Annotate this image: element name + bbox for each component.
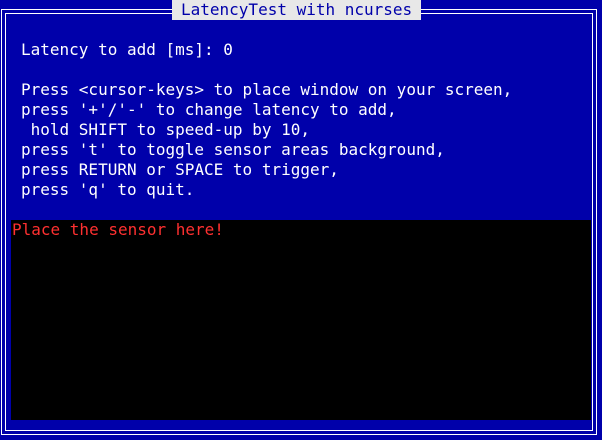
latency-label: Latency to add [ms]: bbox=[21, 40, 224, 59]
instruction-line: Press <cursor-keys> to place window on y… bbox=[21, 80, 513, 99]
sensor-label: Place the sensor here! bbox=[12, 220, 224, 239]
window-title: LatencyTest with ncurses bbox=[172, 0, 422, 20]
sensor-area[interactable]: Place the sensor here! bbox=[11, 220, 591, 420]
instruction-line: press '+'/'-' to change latency to add, bbox=[21, 100, 397, 119]
latency-value: 0 bbox=[223, 40, 233, 59]
instruction-line: press 't' to toggle sensor areas backgro… bbox=[21, 140, 445, 159]
instructions-list: Press <cursor-keys> to place window on y… bbox=[21, 80, 512, 200]
instruction-line: hold SHIFT to speed-up by 10, bbox=[21, 120, 310, 139]
instruction-line: press RETURN or SPACE to trigger, bbox=[21, 160, 339, 179]
terminal-screen: LatencyTest with ncurses Latency to add … bbox=[0, 0, 602, 440]
latency-readout: Latency to add [ms]: 0 bbox=[21, 40, 233, 60]
instruction-line: press 'q' to quit. bbox=[21, 180, 195, 199]
